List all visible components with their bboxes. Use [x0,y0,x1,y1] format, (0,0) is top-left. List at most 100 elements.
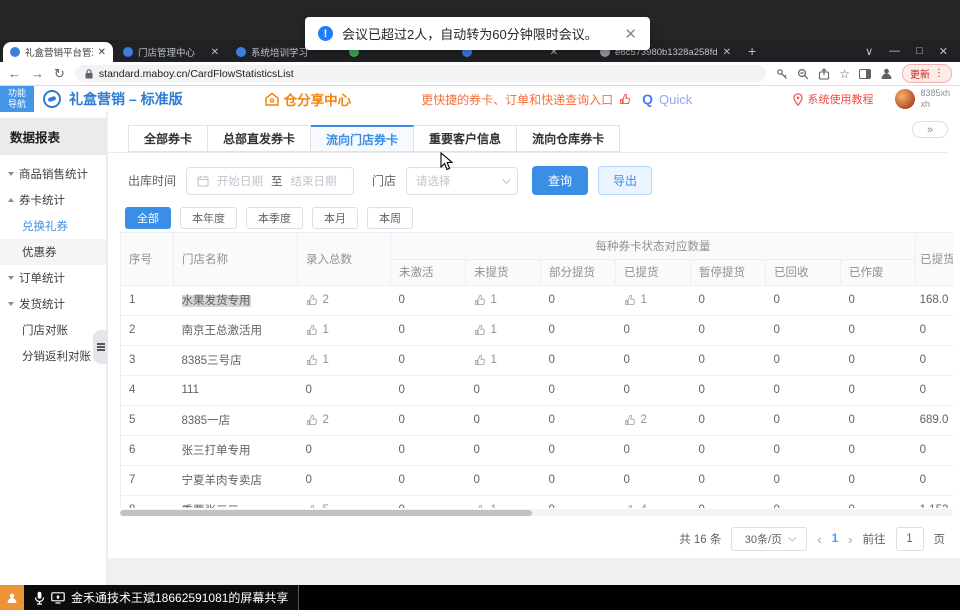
tab-label: 重要客户信息 [429,130,501,147]
goto-page-input[interactable]: 1 [896,527,924,551]
tab-close-icon[interactable]: ✕ [723,47,731,58]
link-count-cell[interactable]: 1 [466,315,541,345]
back-icon[interactable]: ← [8,67,21,80]
current-page[interactable]: 1 [832,533,838,545]
table-cell: 0 [841,375,916,405]
hand-link-icon [474,354,487,367]
hand-link-icon [306,504,319,509]
microphone-icon[interactable] [34,591,45,605]
store-select[interactable]: 请选择 [406,167,518,195]
next-page-button[interactable]: › [848,532,852,547]
sidebar-item-券卡统计[interactable]: 券卡统计 [0,187,106,213]
sidebar-item-发货统计[interactable]: 发货统计 [0,291,106,317]
table-cell: 0 [691,465,766,495]
tab-search-icon[interactable]: ∨ [865,45,873,58]
quick-filter-本周[interactable]: 本周 [367,207,413,229]
link-count-cell[interactable]: 1 [616,285,691,315]
tab-总部直发券卡[interactable]: 总部直发券卡 [208,125,311,152]
table-cell: 0 [391,285,466,315]
hand-count[interactable]: 4 [624,504,683,509]
tab-流向门店券卡[interactable]: 流向门店券卡 [311,125,414,152]
meeting-member-button[interactable] [0,585,24,610]
share-center-link[interactable]: 仓分享中心 [265,89,352,109]
table-cell: 0 [766,315,841,345]
address-bar[interactable]: standard.maboy.cn/CardFlowStatisticsList [75,65,766,82]
toast-close-icon[interactable]: ✕ [624,25,637,43]
link-count-cell[interactable]: 4 [616,495,691,508]
link-count-cell[interactable]: 5 [298,495,391,508]
screen-share-icon[interactable] [51,592,65,604]
tab-流向仓库券卡[interactable]: 流向仓库券卡 [517,125,620,152]
browser-tab[interactable]: 门店管理中心✕ [116,42,226,62]
quick-filter-group: 全部本年度本季度本月本周 [125,207,960,229]
link-count-cell[interactable]: 1 [466,285,541,315]
hand-count[interactable]: 1 [474,324,533,337]
bookmark-star-icon[interactable]: ☆ [839,67,850,81]
close-window-button[interactable]: ✕ [939,45,948,58]
quick-search-entry[interactable]: 更快捷的券卡、订单和快递查询入口 Q Quick [421,91,692,108]
sidebar-item-商品销售统计[interactable]: 商品销售统计 [0,161,106,187]
horizontal-scrollbar[interactable] [120,509,953,516]
hand-count[interactable]: 1 [474,354,533,367]
hand-count[interactable]: 2 [306,414,383,427]
reload-icon[interactable]: ↻ [54,67,65,80]
hand-count[interactable]: 2 [624,414,683,427]
hand-count[interactable]: 1 [474,504,533,509]
user-avatar[interactable] [895,89,915,109]
tab-close-icon[interactable]: ✕ [98,47,106,58]
sidebar-item-优惠券[interactable]: 优惠券 [0,239,106,265]
link-count-cell[interactable]: 1 [298,345,391,375]
tab-重要客户信息[interactable]: 重要客户信息 [414,125,517,152]
hand-count[interactable]: 1 [306,354,383,367]
key-icon[interactable] [776,68,788,80]
link-count-cell[interactable]: 2 [298,285,391,315]
sidebar-collapse-handle[interactable] [93,330,108,364]
count-value: 1 [323,354,329,366]
maximize-button[interactable]: □ [916,45,923,57]
link-count-cell[interactable]: 1 [466,495,541,508]
link-count-cell[interactable]: 2 [298,405,391,435]
table-cell: 0 [616,315,691,345]
new-tab-button[interactable]: + [748,43,756,59]
tutorial-link[interactable]: 系统使用教程 [793,91,873,107]
side-panel-icon[interactable] [859,68,871,80]
sidebar-item-兑换礼券[interactable]: 兑换礼券 [0,213,106,239]
export-button[interactable]: 导出 [598,166,652,195]
quick-filter-本季度[interactable]: 本季度 [246,207,303,229]
pointing-hand-icon [619,93,632,106]
hand-count[interactable]: 1 [474,294,533,307]
link-count-cell[interactable]: 1 [466,345,541,375]
sidebar-item-分销返利对账[interactable]: 分销返利对账 [0,343,106,369]
hand-link-icon [474,294,487,307]
hand-count[interactable]: 1 [306,324,383,337]
quick-filter-全部[interactable]: 全部 [125,207,171,229]
link-count-cell[interactable]: 1 [298,315,391,345]
page-size-select[interactable]: 30条/页 [731,527,807,551]
tab-close-icon[interactable]: ✕ [211,47,219,58]
browser-tab[interactable]: 礼盒营销平台管理中心✕ [3,42,113,62]
share-icon[interactable] [818,68,830,80]
profile-icon[interactable] [880,67,893,80]
expand-tabs-button[interactable]: » [912,121,948,138]
table-cell: 0 [691,285,766,315]
minimize-button[interactable]: — [889,45,900,57]
date-range-input[interactable]: 开始日期 至 结束日期 [186,167,354,195]
quick-filter-本月[interactable]: 本月 [312,207,358,229]
hand-count[interactable]: 1 [624,294,683,307]
sidebar-item-订单统计[interactable]: 订单统计 [0,265,106,291]
zoom-icon[interactable] [797,68,809,80]
tab-全部券卡[interactable]: 全部券卡 [128,125,208,152]
prev-page-button[interactable]: ‹ [817,532,821,547]
table-row: 4111000000000 [121,375,954,405]
hand-count[interactable]: 2 [306,294,383,307]
sidebar-item-门店对账[interactable]: 门店对账 [0,317,106,343]
hand-count[interactable]: 5 [306,504,383,509]
quick-filter-本年度[interactable]: 本年度 [180,207,237,229]
scrollbar-thumb[interactable] [120,510,532,516]
chrome-update-button[interactable]: 更新 ⋮ [902,64,952,83]
function-nav-button[interactable]: 功能 导航 [0,86,34,112]
search-button[interactable]: 查询 [532,166,588,195]
link-count-cell[interactable]: 2 [616,405,691,435]
forward-icon[interactable]: → [31,67,44,80]
tutorial-label: 系统使用教程 [807,91,873,107]
